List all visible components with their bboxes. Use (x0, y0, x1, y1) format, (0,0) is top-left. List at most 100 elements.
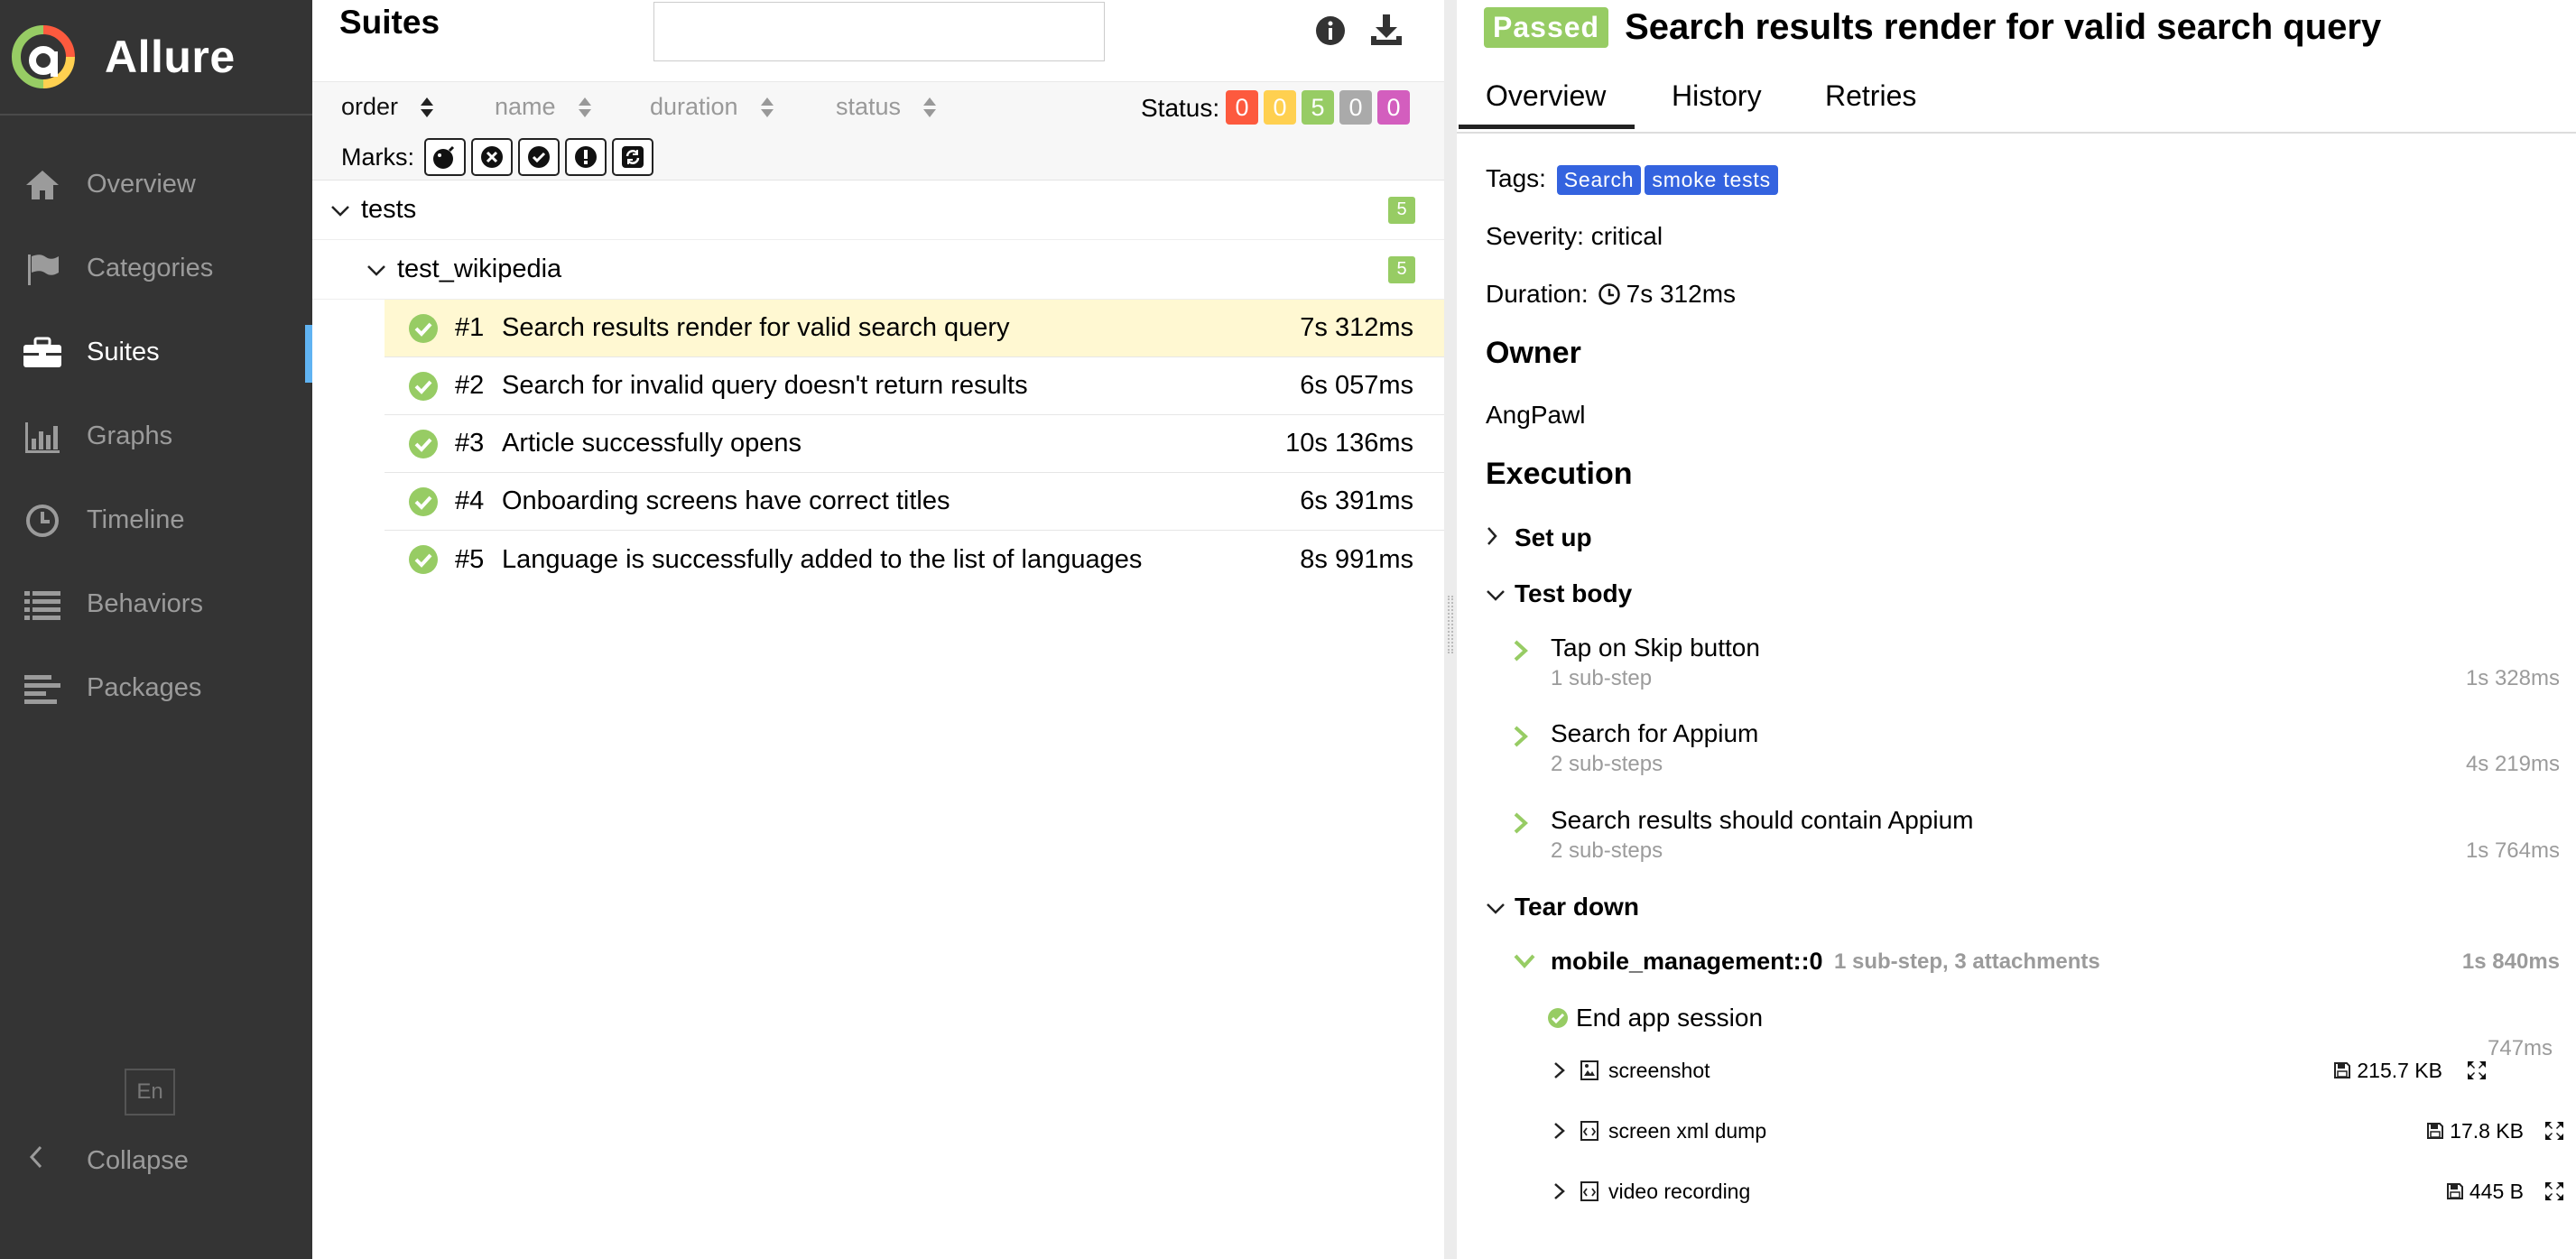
status-label: Status: (1141, 94, 1220, 122)
fixture-step[interactable]: mobile_management::0 1 sub-step, 3 attac… (1513, 948, 2560, 984)
status-counters: 0 0 5 0 0 (1226, 90, 1410, 125)
sidebar-nav: Overview Categories Suites Graphs Timeli… (0, 143, 312, 730)
test-number: #3 (455, 429, 485, 458)
sidebar: Allure Overview Categories Suites Graphs… (0, 0, 312, 1259)
test-duration: 8s 991ms (1300, 544, 1413, 574)
brand[interactable]: Allure (0, 0, 312, 116)
image-file-icon (1580, 1060, 1598, 1080)
test-row[interactable]: #4 Onboarding screens have correct title… (385, 473, 1444, 531)
stage-tear-down[interactable]: Tear down (1486, 893, 1639, 921)
passed-check-icon (409, 545, 438, 574)
sort-name-label: name (495, 93, 556, 120)
mark-new-broken-button[interactable] (565, 138, 607, 176)
sort-name[interactable]: name (495, 93, 592, 121)
tree-group-name: test_wikipedia (397, 255, 562, 283)
stage-setup[interactable]: Set up (1486, 523, 1592, 552)
sidebar-item-graphs[interactable]: Graphs (0, 394, 312, 478)
step-duration: 4s 219ms (2465, 752, 2560, 776)
stage-test-body[interactable]: Test body (1486, 579, 1632, 608)
expand-icon[interactable] (2544, 1120, 2565, 1142)
code-file-icon (1580, 1181, 1598, 1201)
sidebar-item-label: Packages (87, 673, 202, 702)
test-name: Onboarding screens have correct titles (502, 486, 950, 515)
sidebar-item-timeline[interactable]: Timeline (0, 478, 312, 562)
clock-icon (1598, 283, 1620, 305)
sort-order[interactable]: order (341, 93, 434, 121)
tree-group-tests[interactable]: tests 5 (312, 181, 1444, 240)
mark-new-passed-button[interactable] (518, 138, 560, 176)
align-left-icon (20, 669, 65, 708)
sidebar-item-categories[interactable]: Categories (0, 227, 312, 310)
suites-header: Suites (312, 0, 1444, 81)
stage-label: Test body (1515, 579, 1633, 607)
test-row[interactable]: #3 Article successfully opens 10s 136ms (385, 415, 1444, 473)
flag-icon (20, 249, 65, 289)
tree-group-name: tests (361, 195, 417, 224)
status-counter-skipped[interactable]: 0 (1339, 90, 1372, 125)
info-icon[interactable] (1312, 13, 1348, 49)
chevron-down-icon (1486, 893, 1506, 921)
test-detail-pane: Passed Search results render for valid s… (1457, 0, 2576, 1259)
splitter-grip-icon[interactable] (1448, 596, 1453, 653)
step-substeps: 2 sub-steps (1551, 752, 1663, 776)
status-counter-failed[interactable]: 0 (1226, 90, 1258, 125)
mark-flaky-button[interactable] (424, 138, 466, 176)
test-duration: 6s 391ms (1300, 486, 1413, 515)
test-duration: 10s 136ms (1285, 429, 1413, 458)
step-title: Search for Appium (1551, 719, 1759, 747)
tree-group-test-wikipedia[interactable]: test_wikipedia 5 (312, 240, 1444, 300)
duration-label: Duration: (1486, 280, 1589, 308)
sidebar-item-behaviors[interactable]: Behaviors (0, 562, 312, 646)
passed-check-icon (409, 371, 438, 401)
expand-icon[interactable] (2466, 1060, 2488, 1081)
mark-retries-button[interactable] (612, 138, 653, 176)
severity: Severity: critical (1486, 222, 1663, 250)
collapse-button[interactable]: Collapse (27, 1144, 189, 1177)
allure-logo-icon (11, 24, 76, 89)
chevron-right-icon (1554, 1183, 1565, 1199)
sidebar-item-label: Overview (87, 170, 196, 199)
end-session-step[interactable]: End app session (1547, 1004, 1763, 1032)
test-name: Search results render for valid search q… (502, 313, 1010, 342)
fixture-name: mobile_management::0 (1551, 948, 1823, 975)
status-counter-unknown[interactable]: 0 (1377, 90, 1410, 125)
tree-group-count: 5 (1388, 255, 1415, 283)
step-item[interactable]: Search results should contain Appium 2 s… (1513, 806, 2560, 878)
collapse-label: Collapse (87, 1145, 189, 1175)
tab-retries[interactable]: Retries (1825, 79, 1916, 113)
attachment-size-value: 215.7 KB (2357, 1058, 2442, 1082)
download-icon[interactable] (1368, 13, 1404, 49)
test-row[interactable]: #5 Language is successfully added to the… (385, 531, 1444, 588)
sort-status[interactable]: status (836, 93, 937, 121)
save-icon (2446, 1183, 2463, 1199)
expand-icon[interactable] (2544, 1180, 2565, 1202)
save-icon (2427, 1123, 2444, 1139)
passed-check-icon (1548, 1008, 1568, 1028)
tab-overview[interactable]: Overview (1458, 79, 1635, 129)
language-switch[interactable]: En (125, 1069, 175, 1116)
sidebar-item-overview[interactable]: Overview (0, 143, 312, 227)
suites-toolbar: order name duration status Status: 0 0 5… (312, 81, 1444, 181)
status-counter-broken[interactable]: 0 (1264, 90, 1296, 125)
attachment-row[interactable]: screenshot 215.7 KB (1552, 1052, 2560, 1088)
sidebar-item-packages[interactable]: Packages (0, 646, 312, 730)
sidebar-item-suites[interactable]: Suites (0, 310, 312, 394)
attachment-name: screen xml dump (1608, 1118, 1767, 1143)
status-counter-passed[interactable]: 5 (1302, 90, 1334, 125)
attachment-name: screenshot (1608, 1058, 1710, 1082)
owner-heading: Owner (1486, 336, 1581, 370)
clock-icon (20, 501, 65, 541)
step-item[interactable]: Search for Appium 2 sub-steps 4s 219ms (1513, 719, 2560, 792)
attachment-row[interactable]: video recording 445 B (1552, 1173, 2563, 1209)
attachment-row[interactable]: screen xml dump 17.8 KB (1552, 1113, 2563, 1149)
mark-new-failed-button[interactable] (471, 138, 513, 176)
test-row[interactable]: #2 Search for invalid query doesn't retu… (385, 357, 1444, 415)
attachment-size: 17.8 KB (2426, 1119, 2524, 1143)
test-row[interactable]: #1 Search results render for valid searc… (385, 300, 1444, 357)
sort-icon (578, 97, 591, 117)
step-item[interactable]: Tap on Skip button 1 sub-step 1s 328ms (1513, 634, 2560, 706)
sidebar-item-label: Graphs (87, 421, 173, 450)
sort-duration[interactable]: duration (650, 93, 774, 121)
search-input[interactable] (653, 2, 1105, 61)
tab-history[interactable]: History (1672, 79, 1762, 113)
